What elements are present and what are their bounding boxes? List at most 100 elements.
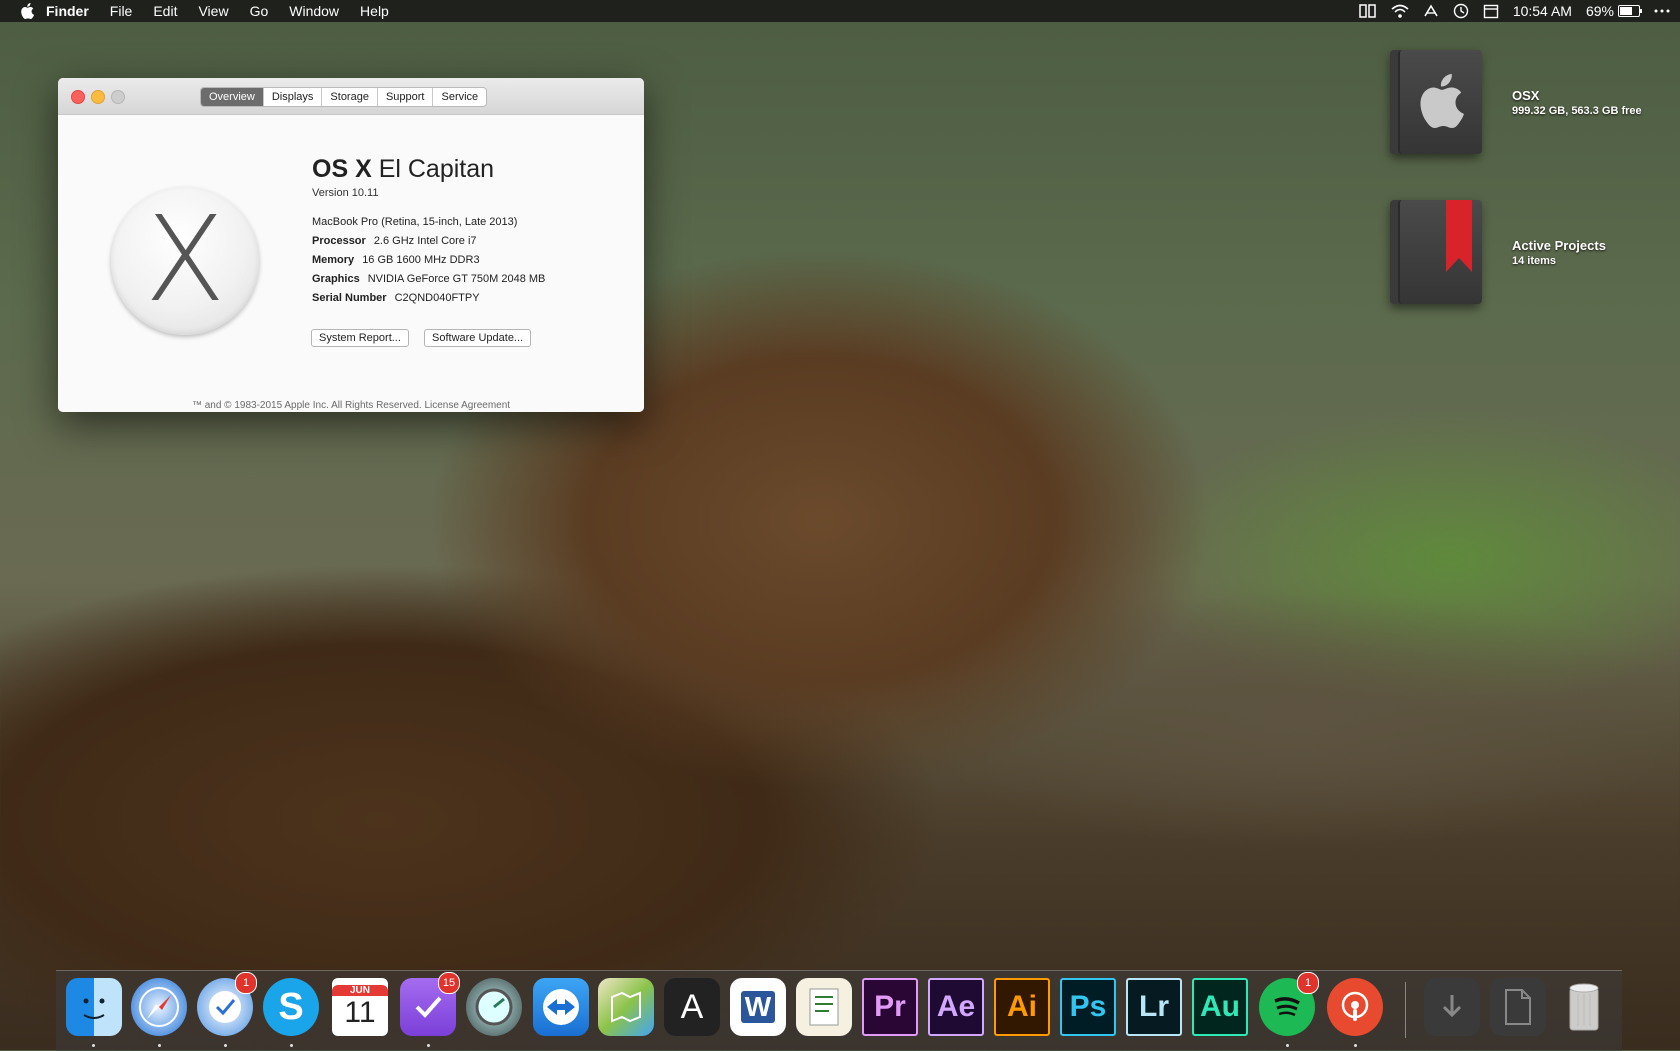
spec-key: Memory <box>312 254 355 266</box>
apple-menu-icon[interactable] <box>20 3 34 19</box>
dock-separator <box>1405 982 1406 1038</box>
notification-center-icon[interactable] <box>1654 5 1670 17</box>
dock-spotify[interactable]: 1 <box>1259 972 1319 1036</box>
menu-bar: Finder File Edit View Go Window Help 10:… <box>0 0 1680 22</box>
desktop-label-osx[interactable]: OSX 999.32 GB, 563.3 GB free <box>1512 88 1642 117</box>
running-indicator <box>290 1044 293 1047</box>
about-this-mac-window: Overview Displays Storage Support Servic… <box>58 78 644 412</box>
dock-finder[interactable] <box>66 978 122 1036</box>
window-titlebar[interactable]: Overview Displays Storage Support Servic… <box>58 78 644 115</box>
menu-file[interactable]: File <box>110 3 133 19</box>
os-version: Version 10.11 <box>312 187 379 199</box>
spec-value: 16 GB 1600 MHz DDR3 <box>362 254 480 266</box>
running-indicator <box>1354 1044 1357 1047</box>
gauge-icon <box>475 988 513 1026</box>
menu-edit[interactable]: Edit <box>153 3 177 19</box>
desktop-drive-osx[interactable] <box>1386 46 1496 156</box>
dock-audition[interactable]: Au <box>1192 978 1248 1036</box>
dock-premiere[interactable]: Pr <box>862 978 918 1036</box>
tab-displays[interactable]: Displays <box>264 88 323 106</box>
photoshop-icon: Ps <box>1069 990 1107 1023</box>
running-indicator <box>427 1044 430 1047</box>
wifi-icon[interactable] <box>1391 4 1409 18</box>
skype-icon: S <box>278 985 304 1028</box>
desktop-folder-active-projects[interactable] <box>1386 196 1496 306</box>
desktop-item-detail: 999.32 GB, 563.3 GB free <box>1512 105 1642 117</box>
audition-icon: Au <box>1200 990 1240 1023</box>
os-name-rest: El Capitan <box>378 155 495 183</box>
menu-view[interactable]: View <box>198 3 228 19</box>
running-indicator <box>158 1044 161 1047</box>
checkmark-icon <box>415 996 442 1018</box>
airmail-badge: 1 <box>235 972 257 994</box>
minimize-button[interactable] <box>91 90 105 104</box>
dock-calendar[interactable]: JUN 11 <box>332 978 388 1036</box>
tab-overview[interactable]: Overview <box>201 88 264 106</box>
spec-value: NVIDIA GeForce GT 750M 2048 MB <box>367 273 546 285</box>
apple-drive-icon <box>1386 46 1486 156</box>
battery-percent-label: 69% <box>1585 3 1614 19</box>
dock-downloads[interactable] <box>1424 978 1480 1036</box>
dock-omnifocus[interactable]: 15 <box>400 972 460 1036</box>
airplay-icon[interactable] <box>1359 4 1377 18</box>
spec-serial: Serial Number C2QND040FTPY <box>312 292 480 304</box>
dock-documents[interactable] <box>1490 978 1546 1036</box>
lightroom-icon: Lr <box>1139 990 1169 1023</box>
dock-after-effects[interactable]: Ae <box>928 978 984 1036</box>
menu-window[interactable]: Window <box>289 3 339 19</box>
downloads-icon <box>1442 995 1462 1018</box>
tab-service[interactable]: Service <box>433 88 486 106</box>
system-report-button[interactable]: System Report... <box>311 329 409 347</box>
script-icon <box>809 988 839 1026</box>
document-icon <box>1505 989 1531 1025</box>
spec-memory: Memory 16 GB 1600 MHz DDR3 <box>312 254 480 266</box>
battery-percent[interactable]: 69% <box>1585 3 1642 19</box>
desktop-item-name: OSX <box>1512 88 1540 103</box>
timemachine-icon[interactable] <box>1453 3 1469 19</box>
dock-safari[interactable] <box>131 978 187 1036</box>
menu-go[interactable]: Go <box>250 3 269 19</box>
premiere-icon: Pr <box>874 990 906 1023</box>
podcast-icon <box>1341 991 1369 1021</box>
window-body: X OS X El Capitan Version 10.11 MacBook … <box>58 115 644 412</box>
illustrator-icon: Ai <box>1007 990 1037 1023</box>
dock-script-editor[interactable] <box>796 978 852 1036</box>
spotify-badge: 1 <box>1297 972 1319 994</box>
tab-bar: Overview Displays Storage Support Servic… <box>200 87 488 107</box>
maps-icon <box>611 991 641 1023</box>
desktop-label-active-projects[interactable]: Active Projects 14 items <box>1512 238 1606 267</box>
zoom-button <box>111 90 125 104</box>
bookmark-folder-icon <box>1386 196 1486 306</box>
dock-skype[interactable]: S <box>263 978 319 1036</box>
dock-podcasts[interactable] <box>1327 978 1383 1036</box>
dock-maps[interactable] <box>598 978 654 1036</box>
tab-storage[interactable]: Storage <box>322 88 378 106</box>
dock-teamviewer[interactable] <box>533 978 589 1036</box>
sync-icon[interactable] <box>1423 4 1439 18</box>
calendar-month: JUN <box>332 984 388 996</box>
menu-help[interactable]: Help <box>360 3 389 19</box>
clock-time[interactable]: 10:54 AM <box>1513 3 1572 19</box>
dock-lightroom[interactable]: Lr <box>1126 978 1182 1036</box>
dock-font-app[interactable]: A <box>664 978 720 1036</box>
desktop-item-name: Active Projects <box>1512 238 1606 253</box>
tab-support[interactable]: Support <box>378 88 434 106</box>
spotify-icon <box>1274 997 1300 1017</box>
spec-value: C2QND040FTPY <box>394 292 480 304</box>
menu-finder[interactable]: Finder <box>46 3 89 19</box>
calendar-status-icon[interactable] <box>1483 3 1499 19</box>
trash-icon <box>1569 983 1599 1031</box>
mail-icon <box>209 991 241 1023</box>
close-button[interactable] <box>71 90 85 104</box>
software-update-button[interactable]: Software Update... <box>424 329 532 347</box>
dock-illustrator[interactable]: Ai <box>994 978 1050 1036</box>
running-indicator <box>1286 1044 1289 1047</box>
dock-trash[interactable] <box>1556 978 1612 1036</box>
os-title: OS X El Capitan <box>312 155 494 184</box>
dock-airmail[interactable]: 1 <box>197 972 257 1036</box>
dock-istat[interactable] <box>466 978 522 1036</box>
word-icon: W <box>740 991 776 1023</box>
dock-photoshop[interactable]: Ps <box>1060 978 1116 1036</box>
dock-word[interactable]: W <box>730 978 786 1036</box>
model-name: MacBook Pro (Retina, 15-inch, Late 2013) <box>312 216 518 228</box>
